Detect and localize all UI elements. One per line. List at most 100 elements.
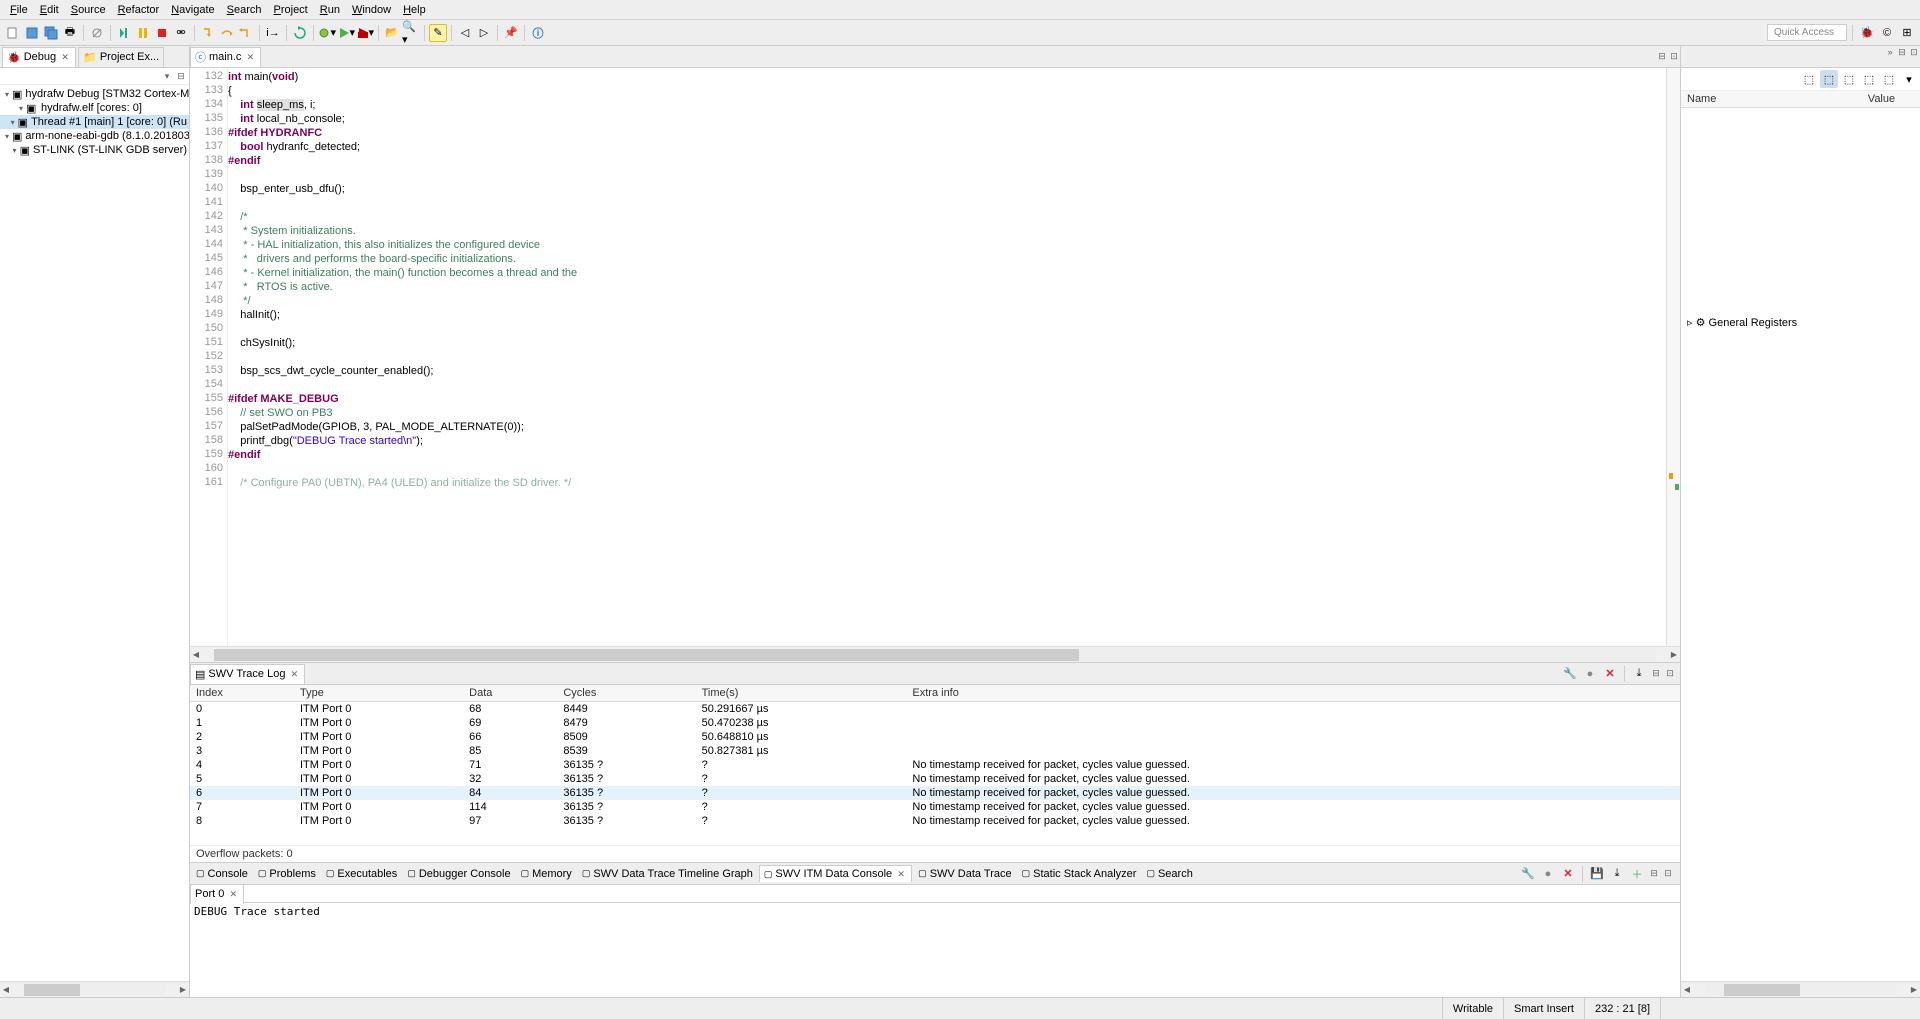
- maximize-icon[interactable]: ⊡: [1664, 668, 1676, 680]
- skip-breakpoints-button[interactable]: [88, 24, 106, 42]
- trace-row[interactable]: 1ITM Port 069847950.470238 µs: [190, 716, 1680, 730]
- col-index[interactable]: Index: [190, 685, 294, 702]
- code-line[interactable]: printf_dbg("DEBUG Trace started\n");: [228, 434, 1666, 448]
- resume-button[interactable]: [115, 24, 133, 42]
- console-tab-problems[interactable]: ▢Problems: [254, 866, 320, 882]
- console-scroll-button[interactable]: ⤓: [1608, 865, 1626, 883]
- console-tab-memory[interactable]: ▢Memory: [517, 866, 576, 882]
- print-button[interactable]: 🖶: [61, 24, 79, 42]
- console-tab-swv-data-trace-timeline-graph[interactable]: ▢SWV Data Trace Timeline Graph: [578, 866, 757, 882]
- search-dropdown-button[interactable]: 🔍▾: [402, 24, 420, 42]
- trace-table[interactable]: IndexTypeDataCyclesTime(s)Extra info0ITM…: [190, 685, 1680, 845]
- debug-view-menu-icon[interactable]: ▾: [161, 70, 173, 82]
- nav-fwd-button[interactable]: ▷: [475, 24, 493, 42]
- console-record-button[interactable]: ●: [1539, 865, 1557, 883]
- col-name[interactable]: Name: [1681, 91, 1862, 108]
- pin-button[interactable]: 📌: [502, 24, 520, 42]
- code-line[interactable]: bsp_scs_dwt_cycle_counter_enabled();: [228, 364, 1666, 378]
- tree-item[interactable]: ▾▣Thread #1 [main] 1 [core: 0] (Ru: [0, 115, 189, 129]
- disconnect-button[interactable]: ⚮: [172, 24, 190, 42]
- new-button[interactable]: [4, 24, 22, 42]
- menu-window[interactable]: Window: [346, 2, 397, 17]
- perspective-c-button[interactable]: ©: [1878, 24, 1896, 42]
- menu-project[interactable]: Project: [268, 2, 314, 17]
- console-tab-swv-itm-data-console[interactable]: ▢SWV ITM Data Console ✕: [759, 865, 912, 882]
- console-tab-executables[interactable]: ▢Executables: [322, 866, 401, 882]
- quick-access-input[interactable]: Quick Access: [1767, 24, 1847, 41]
- code-line[interactable]: [228, 196, 1666, 210]
- trace-row[interactable]: 8ITM Port 09736135 ??No timestamp receiv…: [190, 814, 1680, 828]
- trace-row[interactable]: 5ITM Port 03236135 ??No timestamp receiv…: [190, 772, 1680, 786]
- trace-row[interactable]: 7ITM Port 011436135 ??No timestamp recei…: [190, 800, 1680, 814]
- tree-item[interactable]: ▾▣hydrafw Debug [STM32 Cortex-M C/C: [0, 87, 189, 101]
- code-line[interactable]: int sleep_ms, i;: [228, 98, 1666, 112]
- reg-menu[interactable]: ▾: [1900, 70, 1918, 88]
- console-tab-swv-data-trace[interactable]: ▢SWV Data Trace: [914, 866, 1015, 882]
- code-line[interactable]: */: [228, 294, 1666, 308]
- code-line[interactable]: [228, 168, 1666, 182]
- reg-btn3[interactable]: ⬚: [1840, 70, 1858, 88]
- col-value[interactable]: Value: [1862, 91, 1920, 108]
- save-all-button[interactable]: [42, 24, 60, 42]
- trace-row[interactable]: 6ITM Port 08436135 ??No timestamp receiv…: [190, 786, 1680, 800]
- trace-row[interactable]: 0ITM Port 068844950.291667 µs: [190, 702, 1680, 717]
- close-icon[interactable]: ✕: [288, 668, 300, 680]
- trace-row[interactable]: 3ITM Port 085853950.827381 µs: [190, 744, 1680, 758]
- code-line[interactable]: int main(void): [228, 70, 1666, 84]
- col-times[interactable]: Time(s): [696, 685, 907, 702]
- view-menu-icon[interactable]: »: [1884, 46, 1896, 58]
- col-cycles[interactable]: Cycles: [557, 685, 695, 702]
- close-icon[interactable]: ✕: [59, 51, 71, 63]
- minimize-icon[interactable]: ⊟: [1656, 51, 1668, 63]
- open-type-button[interactable]: 📂: [383, 24, 401, 42]
- console-add-button[interactable]: ＋: [1628, 865, 1646, 883]
- code-line[interactable]: #ifdef MAKE_DEBUG: [228, 392, 1666, 406]
- menu-refactor[interactable]: Refactor: [112, 2, 166, 17]
- tree-item[interactable]: ▾▣ST-LINK (ST-LINK GDB server): [0, 143, 189, 157]
- code-line[interactable]: [228, 322, 1666, 336]
- console-tab-static-stack-analyzer[interactable]: ▢Static Stack Analyzer: [1018, 866, 1141, 882]
- code-line[interactable]: [228, 462, 1666, 476]
- code-line[interactable]: palSetPadMode(GPIOB, 3, PAL_MODE_ALTERNA…: [228, 420, 1666, 434]
- step-return-button[interactable]: [237, 24, 255, 42]
- registers-hscroll[interactable]: ◀▶: [1681, 981, 1920, 997]
- reg-btn4[interactable]: ⬚: [1860, 70, 1878, 88]
- code-line[interactable]: * - HAL initialization, this also initia…: [228, 238, 1666, 252]
- project-explorer-tab[interactable]: 📁 Project Ex...: [78, 47, 164, 67]
- trace-row[interactable]: 2ITM Port 066850950.648810 µs: [190, 730, 1680, 744]
- maximize-icon[interactable]: ⊡: [1662, 868, 1674, 880]
- instruction-step-button[interactable]: i→: [264, 24, 282, 42]
- editor-hscroll[interactable]: ◀▶: [190, 646, 1680, 662]
- reg-btn1[interactable]: ⬚: [1800, 70, 1818, 88]
- code-line[interactable]: * drivers and performs the board-specifi…: [228, 252, 1666, 266]
- expand-icon[interactable]: ▾: [11, 118, 15, 127]
- code-area[interactable]: int main(void){ int sleep_ms, i; int loc…: [228, 68, 1666, 646]
- perspective-debug-button[interactable]: 🐞: [1858, 24, 1876, 42]
- console-config-button[interactable]: 🔧: [1519, 865, 1537, 883]
- maximize-icon[interactable]: ⊡: [1668, 51, 1680, 63]
- code-line[interactable]: halInit();: [228, 308, 1666, 322]
- editor-body[interactable]: 1321331341351361371381391401411421431441…: [190, 68, 1680, 646]
- trace-scroll-button[interactable]: ⤓: [1630, 665, 1648, 683]
- save-button[interactable]: [23, 24, 41, 42]
- code-line[interactable]: [228, 378, 1666, 392]
- close-icon[interactable]: ✕: [895, 868, 907, 880]
- editor-tab-main[interactable]: ⓒ main.c ✕: [190, 47, 261, 67]
- debug-view-min-icon[interactable]: ⊟: [175, 70, 187, 82]
- nav-back-button[interactable]: ◁: [456, 24, 474, 42]
- console-save-button[interactable]: 💾: [1588, 865, 1606, 883]
- debug-tree[interactable]: ▾▣hydrafw Debug [STM32 Cortex-M C/C▾▣hyd…: [0, 85, 189, 981]
- code-line[interactable]: int local_nb_console;: [228, 112, 1666, 126]
- trace-record-button[interactable]: ●: [1581, 665, 1599, 683]
- external-tool-button[interactable]: ▾: [356, 24, 374, 42]
- tree-item[interactable]: ▾▣hydrafw.elf [cores: 0]: [0, 101, 189, 115]
- perspective-open-button[interactable]: ⊞: [1898, 24, 1916, 42]
- step-into-button[interactable]: [199, 24, 217, 42]
- minimize-icon[interactable]: ⊟: [1650, 668, 1662, 680]
- trace-config-button[interactable]: 🔧: [1561, 665, 1579, 683]
- code-line[interactable]: bsp_enter_usb_dfu();: [228, 182, 1666, 196]
- code-line[interactable]: #endif: [228, 154, 1666, 168]
- code-line[interactable]: /*: [228, 210, 1666, 224]
- debug-hscroll[interactable]: ◀▶: [0, 981, 189, 997]
- minimize-icon[interactable]: ⊟: [1896, 46, 1908, 58]
